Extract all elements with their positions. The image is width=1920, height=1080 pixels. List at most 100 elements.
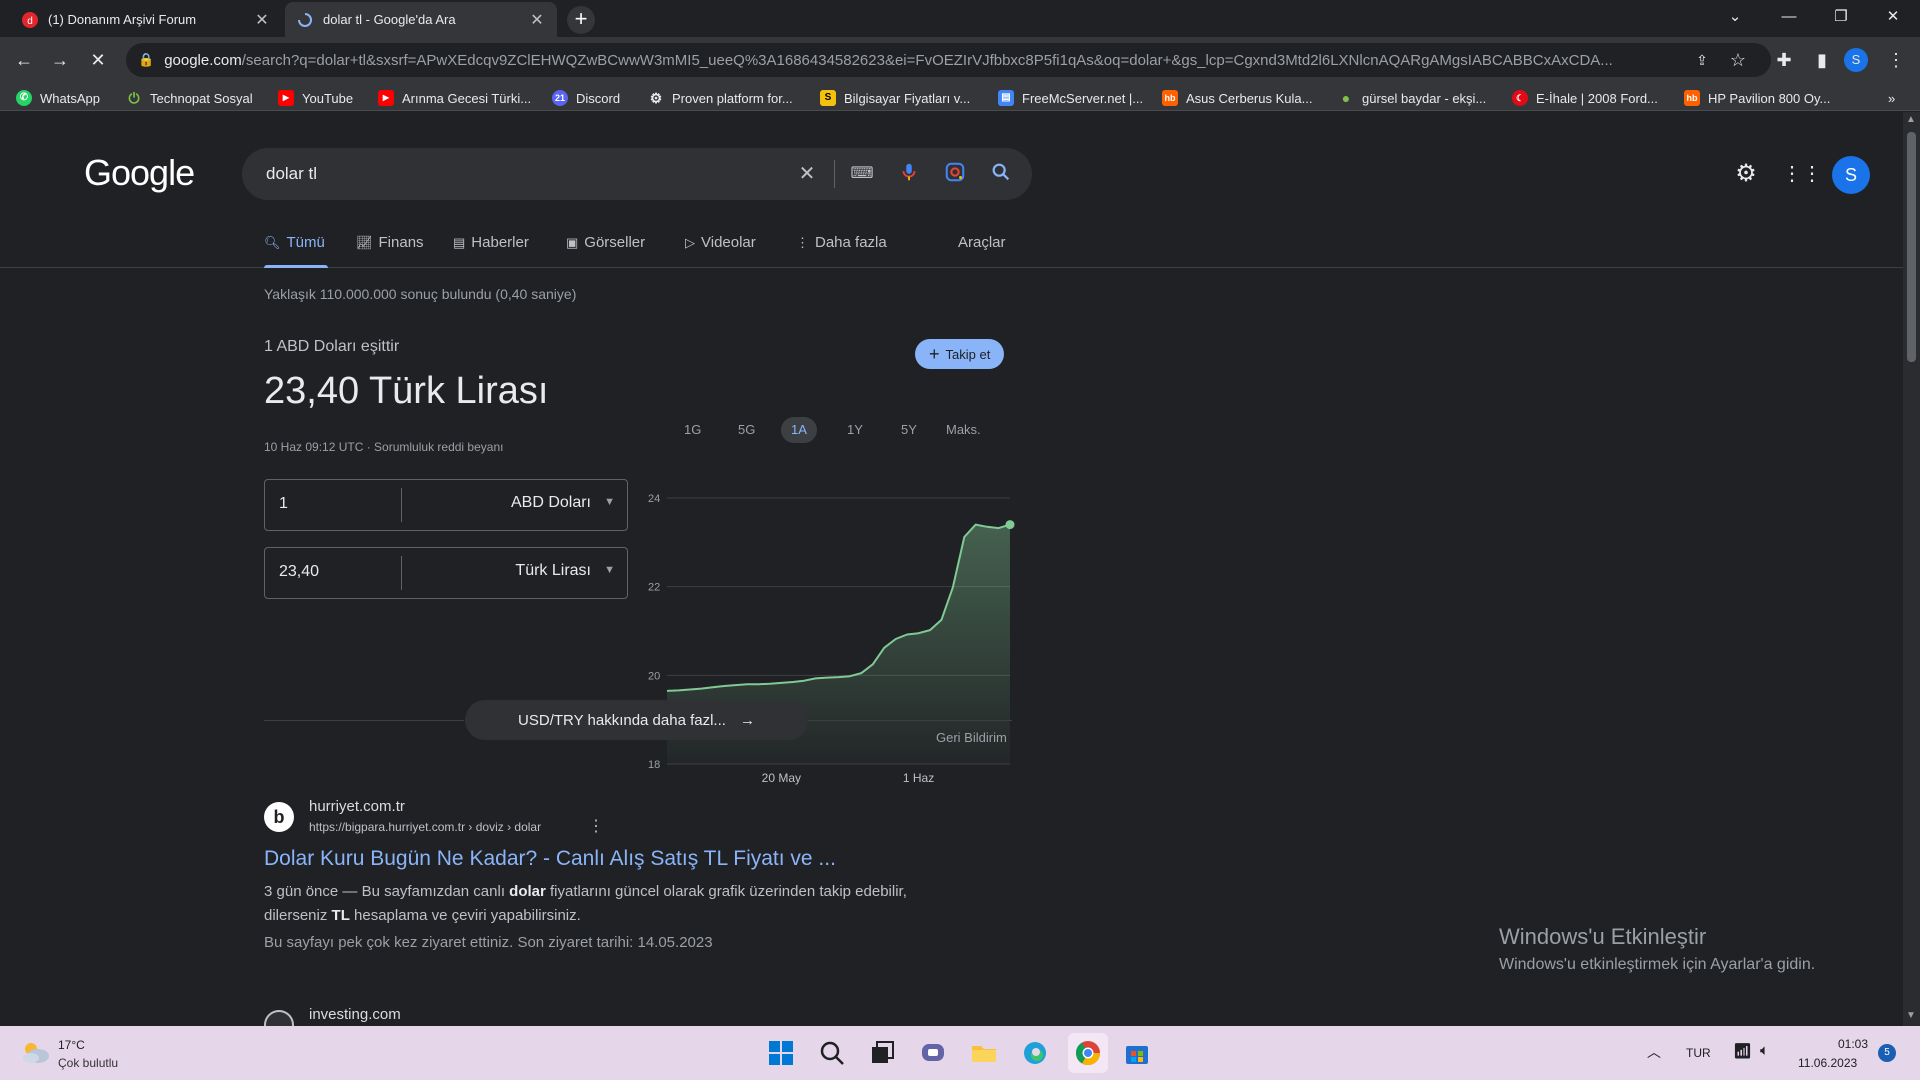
teams-chat-icon[interactable] <box>917 1037 949 1069</box>
google-logo[interactable]: Google <box>84 152 195 194</box>
tab-finance[interactable]: 📈︎ Finans <box>356 234 424 251</box>
bookmark-hp-pavilion[interactable]: hb HP Pavilion 800 Oy... <box>1684 87 1830 109</box>
range-5y[interactable]: 5Y <box>891 417 927 443</box>
back-icon[interactable]: ← <box>10 46 38 74</box>
page-scrollbar[interactable]: ▲ ▼ <box>1903 112 1920 1026</box>
from-currency-select[interactable]: ABD Doları <box>511 494 591 512</box>
cloudy-weather-icon[interactable] <box>18 1038 52 1066</box>
close-window-button[interactable]: ✕ <box>1870 0 1916 34</box>
feedback-link[interactable]: Geri Bildirim <box>936 730 1007 745</box>
chevron-down-icon[interactable]: ▼ <box>604 564 615 576</box>
range-5d[interactable]: 5G <box>728 417 765 443</box>
notification-badge[interactable]: 5 <box>1878 1044 1896 1062</box>
google-lens-icon[interactable] <box>942 161 968 187</box>
tab-news[interactable]: ▤ Haberler <box>453 234 529 251</box>
range-1d[interactable]: 1G <box>674 417 711 443</box>
to-currency-select[interactable]: Türk Lirası <box>515 562 591 580</box>
microphone-icon[interactable] <box>896 161 922 187</box>
range-max[interactable]: Maks. <box>936 417 991 443</box>
bookmark-whatsapp[interactable]: ✆ WhatsApp <box>16 87 100 109</box>
scroll-down-icon[interactable]: ▼ <box>1906 1010 1916 1021</box>
result-title-link[interactable]: Dolar Kuru Bugün Ne Kadar? - Canlı Alış … <box>264 847 836 871</box>
result-options-icon[interactable]: ⋮ <box>588 816 604 836</box>
clock-time[interactable]: 01:03 <box>1832 1037 1868 1051</box>
input-language[interactable]: TUR <box>1686 1046 1711 1060</box>
search-input[interactable] <box>264 163 784 185</box>
weather-condition[interactable]: Çok bulutlu <box>58 1056 118 1070</box>
bookmark-asus-cerberus[interactable]: hb Asus Cerberus Kula... <box>1162 87 1312 109</box>
plus-icon: + <box>929 344 940 364</box>
search-icon[interactable] <box>988 161 1014 187</box>
tools-button[interactable]: Araçlar <box>958 234 1006 251</box>
forward-icon[interactable]: → <box>46 46 74 74</box>
show-hidden-icons-icon[interactable]: ︿ <box>1647 1042 1661 1062</box>
image-icon: ▣ <box>566 234 579 250</box>
bookmark-youtube[interactable]: ▶ YouTube <box>278 87 353 109</box>
profile-avatar[interactable]: S <box>1844 48 1868 72</box>
range-1m[interactable]: 1A <box>781 417 817 443</box>
address-bar[interactable]: 🔒 google.com /search?q=dolar+tl&sxsrf=AP… <box>126 43 1771 77</box>
edge-browser-icon[interactable] <box>1019 1037 1051 1069</box>
share-icon[interactable]: ⇪ <box>1688 46 1716 74</box>
task-view-icon[interactable] <box>866 1037 898 1069</box>
hurriyet-favicon[interactable]: b <box>264 802 294 832</box>
settings-gear-icon[interactable]: ⚙ <box>1730 158 1762 190</box>
tab-search-icon[interactable]: ⌄ <box>1712 0 1758 34</box>
bookmark-e-ihale[interactable]: ☾ E-İhale | 2008 Ford... <box>1512 87 1658 109</box>
browser-toolbar: ← → ✕ 🔒 google.com /search?q=dolar+tl&sx… <box>0 37 1920 83</box>
investing-favicon[interactable] <box>264 1010 294 1026</box>
bookmark-technopat[interactable]: ⏻ Technopat Sosyal <box>126 87 252 109</box>
tab-all[interactable]: 🔍︎ Tümü <box>264 234 325 251</box>
account-avatar[interactable]: S <box>1832 156 1870 194</box>
restore-button[interactable]: ❐ <box>1818 0 1864 34</box>
chrome-browser-icon[interactable] <box>1072 1037 1104 1069</box>
wifi-icon[interactable]: 📶︎ <box>1733 1042 1752 1060</box>
tab-google-search[interactable]: dolar tl - Google'da Ara ✕ <box>285 2 557 37</box>
result-url[interactable]: https://bigpara.hurriyet.com.tr › doviz … <box>309 820 541 834</box>
new-tab-button[interactable]: + <box>567 6 595 34</box>
stop-loading-icon[interactable]: ✕ <box>84 46 112 74</box>
bookmark-bilgisayar-fiyatlari[interactable]: S Bilgisayar Fiyatları v... <box>820 87 970 109</box>
tab-donanim-arsivi[interactable]: d (1) Donanım Arşivi Forum ✕ <box>10 2 282 37</box>
scroll-up-icon[interactable]: ▲ <box>1906 114 1916 125</box>
file-explorer-icon[interactable] <box>968 1037 1000 1069</box>
minimize-button[interactable]: — <box>1766 0 1812 34</box>
close-tab-icon[interactable]: ✕ <box>254 10 270 30</box>
bookmark-discord[interactable]: 21 Discord <box>552 87 620 109</box>
exchange-rate: 23,40 Türk Lirası <box>264 370 549 412</box>
volume-icon[interactable]: 🔈︎ <box>1760 1042 1769 1059</box>
clear-search-icon[interactable]: ✕ <box>794 161 820 187</box>
from-amount-input[interactable]: 1 <box>279 495 288 513</box>
clock-date[interactable]: 11.06.2023 <box>1798 1056 1857 1070</box>
extensions-icon[interactable]: ✚ <box>1770 46 1798 74</box>
close-tab-icon[interactable]: ✕ <box>529 10 545 30</box>
google-apps-icon[interactable]: ⋮⋮ <box>1782 158 1822 190</box>
to-amount-input[interactable]: 23,40 <box>279 563 319 581</box>
bookmark-star-icon[interactable]: ☆ <box>1724 46 1752 74</box>
result-site-name[interactable]: hurriyet.com.tr <box>309 798 405 815</box>
bookmark-proven-platform[interactable]: ⚙ Proven platform for... <box>648 87 793 109</box>
follow-button[interactable]: + Takip et <box>915 339 1005 369</box>
search-icon[interactable] <box>816 1037 848 1069</box>
side-panel-icon[interactable]: ▮ <box>1808 46 1836 74</box>
weather-temperature[interactable]: 17°C <box>58 1038 85 1052</box>
bookmarks-overflow-icon[interactable]: » <box>1888 87 1895 109</box>
currency-equals-label: 1 ABD Doları eşittir <box>264 338 400 355</box>
tab-images[interactable]: ▣ Görseller <box>566 234 645 251</box>
result-site-name[interactable]: investing.com <box>309 1006 401 1023</box>
bookmark-arinma-gecesi[interactable]: ▶ Arınma Gecesi Türki... <box>378 87 531 109</box>
tab-videos[interactable]: ▷ Videolar <box>685 234 756 251</box>
bookmark-freemcserver[interactable]: ▤ FreeMcServer.net |... <box>998 87 1143 109</box>
keyboard-icon[interactable]: ⌨ <box>849 161 875 187</box>
tab-more[interactable]: ⋮ Daha fazla <box>796 234 887 251</box>
range-1y[interactable]: 1Y <box>837 417 873 443</box>
loading-spinner-icon <box>298 12 312 27</box>
windows-start-icon[interactable] <box>765 1037 797 1069</box>
scroll-thumb[interactable] <box>1907 132 1916 362</box>
bookmark-label: HP Pavilion 800 Oy... <box>1708 90 1831 106</box>
menu-kebab-icon[interactable]: ⋮ <box>1882 46 1910 74</box>
bookmark-eksi[interactable]: ● gürsel baydar - ekşi... <box>1338 87 1487 109</box>
microsoft-store-icon[interactable] <box>1121 1037 1153 1069</box>
more-about-usd-try-button[interactable]: USD/TRY hakkında daha fazl... → <box>465 700 808 740</box>
chevron-down-icon[interactable]: ▼ <box>604 496 615 508</box>
